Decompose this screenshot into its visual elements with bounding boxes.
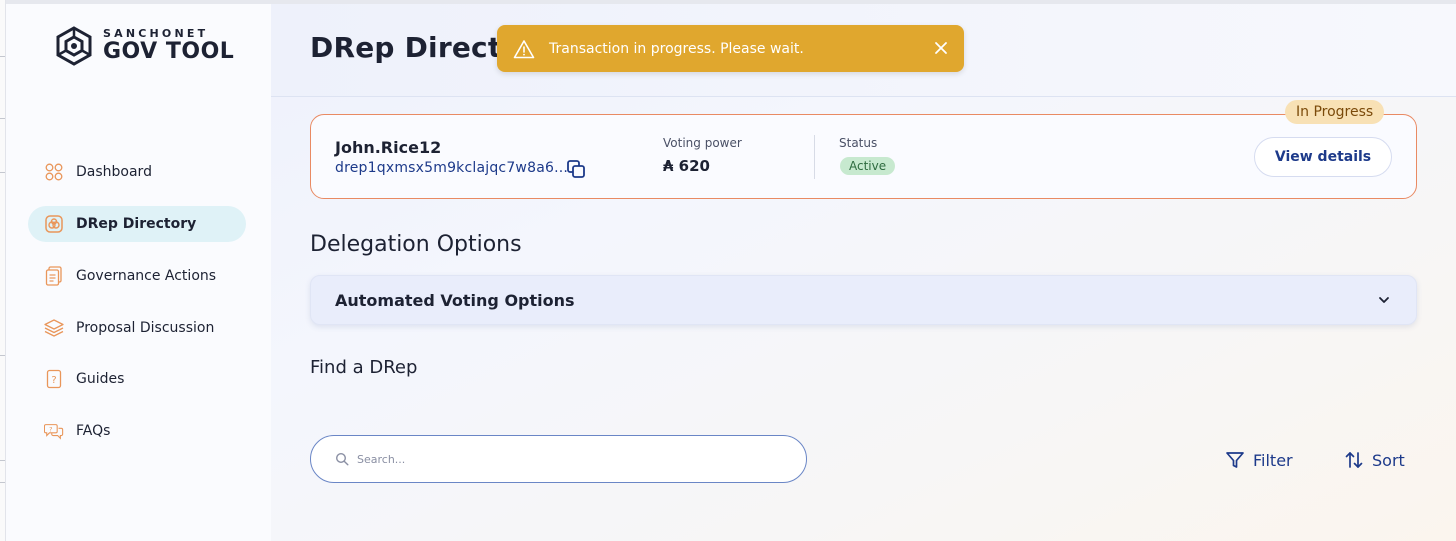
faqs-icon: ? (44, 421, 64, 441)
sidebar-item-label: Proposal Discussion (76, 320, 215, 336)
logo-title: GOV TOOL (103, 39, 235, 64)
search-input[interactable] (357, 452, 777, 466)
accordion-label: Automated Voting Options (335, 290, 575, 310)
gov-tool-logo-icon (56, 26, 92, 66)
delegation-options-title: Delegation Options (310, 232, 522, 257)
app-logo[interactable]: SANCHONET GOV TOOL (53, 26, 234, 66)
sort-icon (1345, 452, 1363, 468)
sidebar-item-guides[interactable]: ? Guides (28, 361, 246, 397)
warning-icon (513, 39, 535, 58)
transaction-toast: Transaction in progress. Please wait. (497, 25, 964, 72)
sidebar-item-dashboard[interactable]: Dashboard (28, 154, 246, 190)
sidebar-item-drep-directory[interactable]: DRep Directory (28, 206, 246, 242)
sidebar-item-proposal-discussion[interactable]: Proposal Discussion (28, 310, 246, 346)
sidebar: SANCHONET GOV TOOL Dashboard DRep Direct… (6, 4, 271, 541)
main-content: DRep Directory Transaction in progress. … (271, 4, 1456, 541)
drep-directory-icon (44, 214, 64, 234)
in-progress-badge: In Progress (1285, 100, 1385, 124)
divider (814, 135, 815, 179)
search-icon (335, 452, 349, 466)
sidebar-item-label: FAQs (76, 423, 111, 439)
dashboard-icon (44, 162, 64, 182)
sidebar-item-faqs[interactable]: ? FAQs (28, 413, 246, 449)
sidebar-item-label: DRep Directory (76, 216, 197, 232)
filter-label: Filter (1253, 450, 1293, 470)
voting-power-value: ₳ 620 (663, 157, 710, 175)
sidebar-item-label: Governance Actions (76, 268, 217, 284)
svg-text:?: ? (51, 375, 56, 386)
sort-button[interactable]: Sort (1344, 448, 1405, 472)
drep-id: drep1qxmsx5m9kclajqc7w8a6... (335, 160, 569, 176)
status-label: Status (839, 136, 878, 150)
filter-button[interactable]: Filter (1225, 448, 1293, 472)
voting-power-label: Voting power (663, 136, 742, 150)
governance-actions-icon (44, 266, 64, 286)
copy-icon[interactable] (566, 159, 586, 179)
drep-card: John.Rice12 drep1qxmsx5m9kclajqc7w8a6...… (310, 114, 1417, 199)
find-drep-title: Find a DRep (310, 357, 418, 378)
toast-message: Transaction in progress. Please wait. (549, 40, 804, 57)
filter-icon (1226, 452, 1244, 468)
sidebar-item-governance-actions[interactable]: Governance Actions (28, 258, 246, 294)
status-badge: Active (840, 157, 896, 175)
sidebar-item-label: Guides (76, 371, 125, 387)
drep-name: John.Rice12 (335, 138, 442, 157)
svg-text:?: ? (49, 426, 52, 433)
search-box (310, 435, 807, 483)
chevron-down-icon (1379, 297, 1389, 303)
close-icon[interactable] (932, 39, 950, 57)
guides-icon: ? (44, 369, 64, 389)
sort-label: Sort (1372, 450, 1405, 470)
proposal-discussion-icon (44, 318, 64, 338)
automated-voting-options-accordion[interactable]: Automated Voting Options (310, 275, 1417, 325)
sidebar-item-label: Dashboard (76, 164, 152, 180)
view-details-button[interactable]: View details (1254, 137, 1392, 177)
